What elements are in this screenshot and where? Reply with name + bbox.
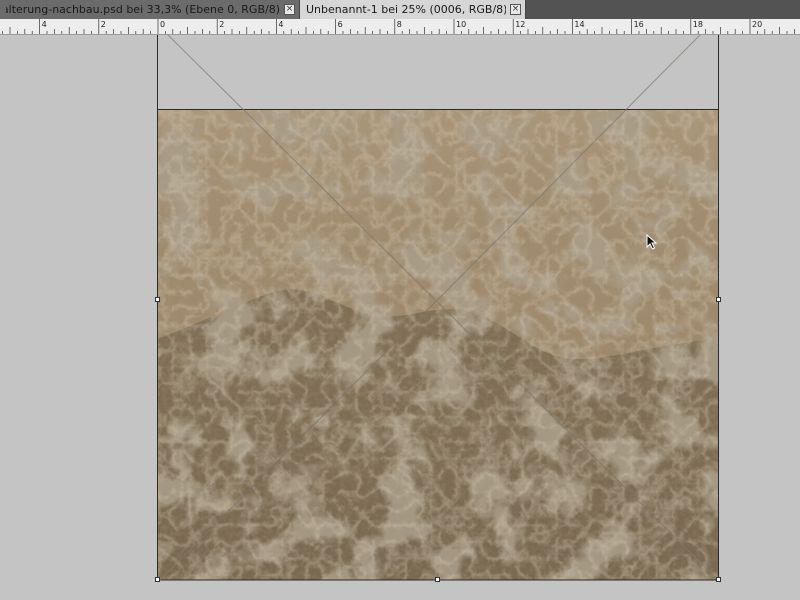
horizontal-ruler[interactable]: 4 2 0 2 4 6 8 10 12 14 16 18 20: [0, 19, 800, 35]
ruler-label: 20: [752, 20, 762, 29]
ruler-label: 10: [456, 20, 466, 29]
ruler-label: 4: [42, 20, 47, 29]
transform-handle-bottom-left[interactable]: [155, 577, 160, 582]
ruler-label: 14: [574, 20, 584, 29]
transform-handle-middle-left[interactable]: [155, 297, 160, 302]
ruler-label: 16: [634, 20, 644, 29]
canvas-area[interactable]: [0, 35, 800, 600]
ruler-label: 2: [101, 20, 106, 29]
tab-title: Unbenannt-1 bei 25% (0006, RGB/8) *: [306, 3, 506, 16]
close-icon[interactable]: ×: [510, 4, 521, 15]
ruler-label: 0: [160, 20, 165, 29]
tab-dalterung-nachbau[interactable]: dalterung-nachbau.psd bei 33,3% (Ebene 0…: [0, 0, 300, 19]
ruler-label: 2: [219, 20, 224, 29]
ruler-ticks: 4 2 0 2 4 6 8 10 12 14 16 18 20: [2, 19, 795, 34]
transform-handle-middle-right[interactable]: [716, 297, 721, 302]
document-tab-bar: dalterung-nachbau.psd bei 33,3% (Ebene 0…: [0, 0, 800, 20]
ruler-label: 12: [515, 20, 525, 29]
transform-handle-bottom-center[interactable]: [435, 577, 440, 582]
photoshop-window: dalterung-nachbau.psd bei 33,3% (Ebene 0…: [0, 0, 800, 600]
tab-unbenannt-1[interactable]: Unbenannt-1 bei 25% (0006, RGB/8) * ×: [300, 0, 526, 19]
tab-title: dalterung-nachbau.psd bei 33,3% (Ebene 0…: [6, 3, 280, 16]
ruler-label: 4: [278, 20, 283, 29]
stone-texture-image: [157, 109, 718, 580]
ruler-label: 6: [338, 20, 343, 29]
arrow-cursor-icon: [646, 234, 658, 250]
ruler-label: 18: [693, 20, 703, 29]
transform-handle-bottom-right[interactable]: [716, 577, 721, 582]
close-icon[interactable]: ×: [284, 4, 295, 15]
ruler-label: 8: [397, 20, 402, 29]
document-canvas[interactable]: [157, 109, 718, 580]
